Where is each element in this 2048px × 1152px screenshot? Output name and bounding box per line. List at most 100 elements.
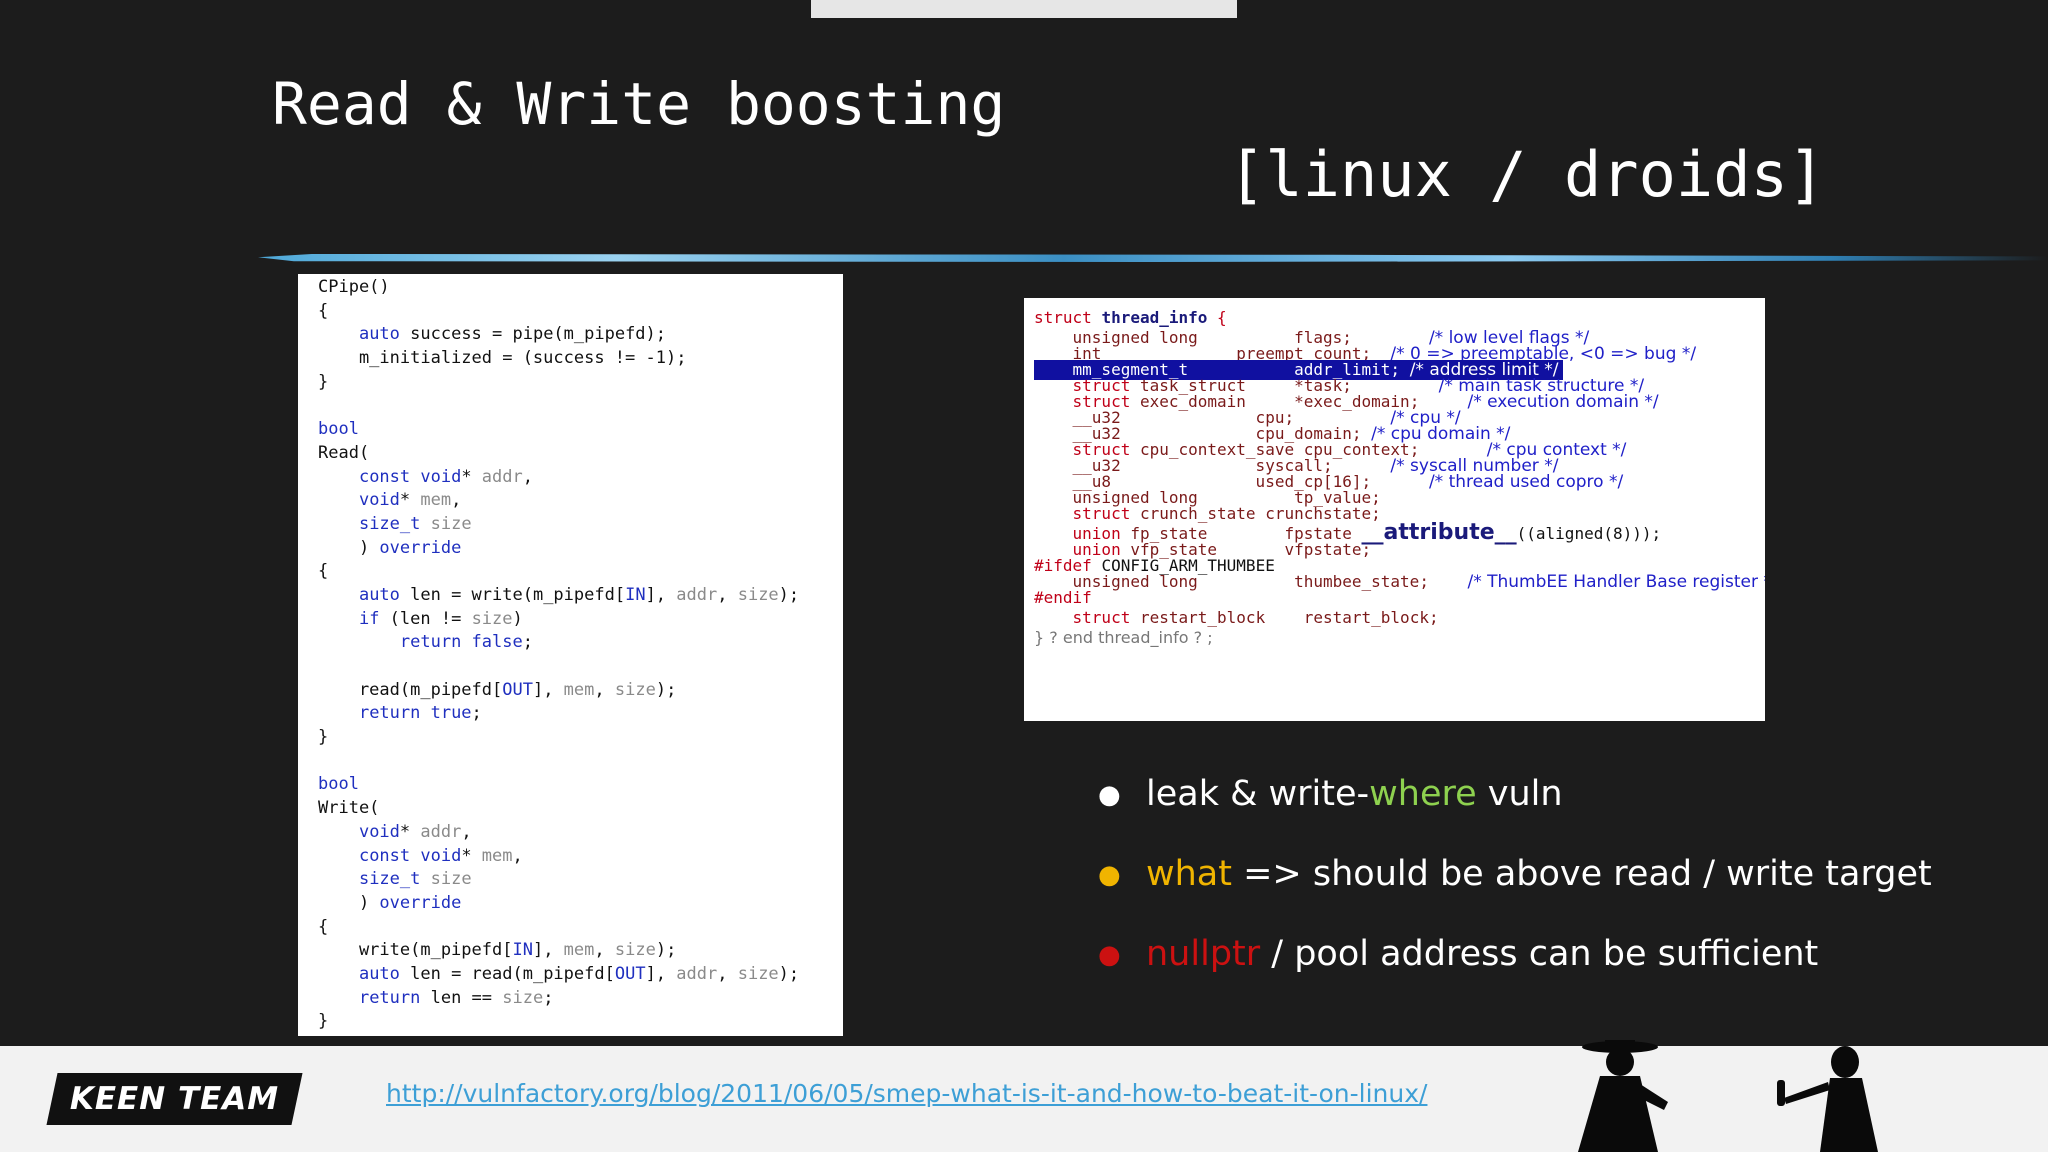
code-line: void* addr, — [318, 821, 843, 845]
code-line: { — [318, 916, 843, 940]
reference-link[interactable]: http://vulnfactory.org/blog/2011/06/05/s… — [386, 1079, 1427, 1108]
code-token: addr — [676, 963, 718, 984]
code-token: void — [358, 490, 400, 511]
code-token: const void — [358, 466, 462, 487]
code-line: Write( — [318, 797, 843, 821]
code-token: size — [614, 940, 656, 961]
code-token: ], — [532, 940, 564, 961]
code-token: override — [379, 537, 462, 558]
code-token: mem — [420, 490, 452, 511]
logo-text: KEEN TEAM — [69, 1081, 280, 1117]
code-token: len == — [420, 987, 503, 1008]
code-token: Read( — [318, 442, 370, 463]
code-token: addr — [676, 584, 718, 605]
bullet-text-segment: => should be above read / write target — [1231, 854, 1932, 894]
code-token: success = pipe(m_pipefd); — [399, 324, 667, 345]
code-token: ], — [645, 963, 677, 984]
code-line: ) override — [318, 892, 843, 916]
code-token: size_t — [358, 869, 421, 890]
code-token: bool — [318, 774, 359, 795]
code-line: auto len = write(m_pipefd[IN], addr, siz… — [318, 584, 843, 608]
code-token: ; — [543, 987, 554, 1008]
code-token: auto — [358, 324, 400, 345]
code-token: (len != — [379, 608, 472, 629]
code-token: ) — [318, 892, 380, 913]
code-line: size_t size — [318, 513, 843, 537]
code-token: * — [399, 490, 421, 511]
silhouette-figures — [1578, 1040, 1878, 1152]
code-token: len = read(m_pipefd[ — [399, 963, 615, 984]
code-line: read(m_pipefd[OUT], mem, size); — [318, 679, 843, 703]
code-line: bool — [318, 418, 843, 442]
bullet-text-segment: leak & write- — [1146, 774, 1370, 814]
code-line: CPipe() — [318, 276, 843, 300]
code-token: ) — [318, 537, 380, 558]
code-line: write(m_pipefd[IN], mem, size); — [318, 939, 843, 963]
code-token: #endif — [1034, 588, 1092, 607]
code-token: } ? end thread_info ? ; — [1034, 628, 1213, 647]
code-line: auto len = read(m_pipefd[OUT], addr, siz… — [318, 963, 843, 987]
code-token: size — [420, 513, 472, 534]
code-token: ); — [778, 584, 800, 605]
bullet-dot-icon: ● — [1098, 780, 1121, 810]
code-line: return false; — [318, 631, 843, 655]
code-line: } ? end thread_info ? ; — [1034, 628, 1213, 647]
code-token: size — [737, 963, 779, 984]
code-listing-cpipe: CPipe(){ auto success = pipe(m_pipefd); … — [298, 274, 843, 1036]
code-line: unsigned long thumbee_state; /* ThumbEE … — [1034, 572, 1765, 592]
code-token: thread_info — [1101, 308, 1208, 327]
code-line: } — [318, 726, 843, 750]
code-line: } — [318, 1010, 843, 1034]
code-token: { — [1207, 308, 1227, 327]
brush-divider — [258, 254, 2048, 262]
code-token: OUT — [502, 679, 533, 700]
bullet-text-segment: where — [1369, 774, 1477, 814]
code-token: IN — [512, 940, 533, 961]
code-token: len = write(m_pipefd[ — [399, 584, 626, 605]
code-token: addr — [420, 821, 462, 842]
code-token: auto — [358, 963, 400, 984]
code-line: void* mem, — [318, 489, 843, 513]
code-token: if — [358, 608, 380, 629]
code-token: addr — [481, 466, 523, 487]
code-token: , — [594, 940, 615, 961]
bullet-text-segment: vuln — [1476, 774, 1563, 814]
bullet-text: leak & write-where vuln — [1146, 774, 1563, 814]
code-token: ) — [512, 608, 523, 629]
code-token: __attribute__ — [1361, 520, 1517, 545]
code-token: size_t — [358, 513, 421, 534]
bullet-text: nullptr / pool address can be sufficient — [1146, 934, 1818, 974]
code-token: } — [318, 727, 329, 748]
code-line: return true; — [318, 702, 843, 726]
code-token: const void — [358, 845, 462, 866]
code-token: write(m_pipefd[ — [318, 940, 513, 961]
code-line: m_initialized = (success != -1); — [318, 347, 843, 371]
code-line: bool — [318, 773, 843, 797]
code-token: return — [358, 987, 421, 1008]
code-token: return true — [358, 703, 472, 724]
code-token: size — [502, 987, 544, 1008]
code-token: ((aligned(8))); — [1516, 524, 1662, 543]
code-token: * — [461, 466, 482, 487]
code-token: } — [318, 1011, 329, 1032]
code-line: auto success = pipe(m_pipefd); — [318, 323, 843, 347]
code-token: , — [461, 821, 472, 842]
code-token: * — [461, 845, 482, 866]
code-token: /* ThumbEE Handler Base register */ — [1467, 572, 1765, 592]
code-token: size — [614, 679, 656, 700]
code-listing-thread-info: struct thread_info { unsigned long flags… — [1024, 298, 1765, 721]
code-token: ], — [645, 584, 677, 605]
code-line: struct restart_block restart_block; — [1034, 608, 1439, 627]
code-line: { — [318, 300, 843, 324]
bullet-text-segment: / pool address can be sufficient — [1260, 934, 1819, 974]
code-token: Write( — [318, 798, 380, 819]
